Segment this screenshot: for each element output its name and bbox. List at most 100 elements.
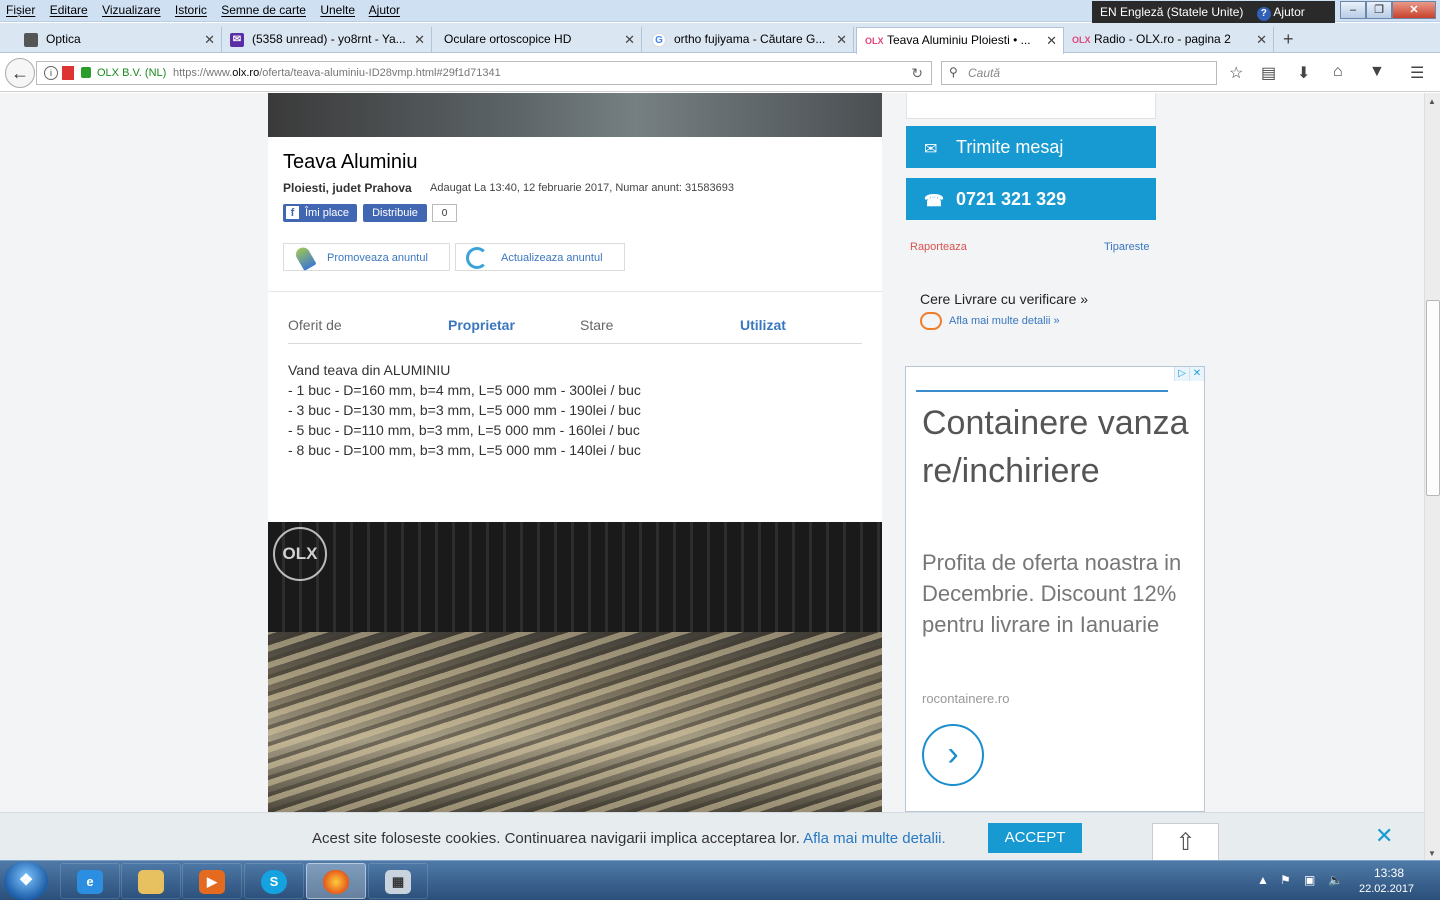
tab-radio-olx[interactable]: OLX Radio - OLX.ro - pagina 2 ✕	[1064, 27, 1274, 53]
search-input[interactable]: ⚲ Caută	[941, 61, 1217, 85]
scroll-thumb[interactable]	[1426, 300, 1440, 496]
menu-file[interactable]: Fișier	[6, 3, 35, 17]
cookie-close-icon[interactable]: ✕	[1375, 823, 1393, 849]
cookie-message: Acest site foloseste cookies. Continuare…	[312, 830, 800, 847]
taskbar-explorer[interactable]	[121, 863, 181, 899]
taskbar-media-player[interactable]: ▶	[182, 863, 242, 899]
url-domain: olx.ro	[232, 67, 260, 79]
tab-teava-aluminiu[interactable]: OLX Teava Aluminiu Ploiesti • ... ✕	[856, 27, 1064, 54]
windows-start-icon[interactable]: ❖	[4, 862, 48, 900]
report-link[interactable]: Raporteaza	[910, 241, 967, 253]
pocket-icon[interactable]: ▼	[1369, 63, 1385, 81]
tab-label: Radio - OLX.ro - pagina 2	[1094, 32, 1231, 46]
print-link[interactable]: Tipareste	[1104, 241, 1149, 253]
ad-rule	[916, 390, 1168, 392]
flag-icon[interactable]: ⚑	[1280, 873, 1291, 887]
tab-google[interactable]: G ortho fujiyama - Căutare G... ✕	[644, 27, 854, 53]
yahoo-mail-icon: ✉	[230, 33, 244, 47]
language-bar[interactable]: EN Engleză (Statele Unite) ? Ajutor	[1092, 1, 1335, 25]
download-icon[interactable]: ⬇	[1297, 63, 1310, 83]
close-tab-icon[interactable]: ✕	[414, 32, 425, 48]
close-window-button[interactable]: ✕	[1392, 1, 1436, 19]
condition-value[interactable]: Utilizat	[740, 317, 786, 333]
ad-photo-main[interactable]: OLX	[268, 522, 882, 812]
maximize-button[interactable]: ❐	[1366, 1, 1392, 19]
ad-close-icon[interactable]: ✕	[1189, 367, 1204, 381]
close-tab-icon[interactable]: ✕	[1046, 33, 1057, 49]
ad-headline[interactable]: Containere vanzare/inchiriere	[922, 399, 1192, 495]
phone-icon: ☎	[924, 193, 944, 210]
cookie-accept-button[interactable]: ACCEPT	[988, 823, 1082, 853]
taskbar-skype[interactable]: S	[244, 863, 304, 899]
url-bar[interactable]: i OLX B.V. (NL) https://www.olx.ro/ofert…	[36, 61, 932, 85]
offered-by-label: Oferit de	[288, 317, 342, 333]
clock-time[interactable]: 13:38	[1374, 866, 1404, 880]
ad-choices-icon[interactable]: ▷	[1174, 367, 1189, 381]
lock-icon	[81, 67, 91, 78]
blocked-content-icon[interactable]	[62, 66, 74, 80]
menu-help[interactable]: Ajutor	[369, 3, 400, 17]
chevron-right-icon[interactable]: ›	[922, 724, 984, 786]
promote-ad-button[interactable]: Promoveaza anuntul	[283, 243, 450, 272]
system-tray: ▲ ⚑ ▣ 🔈 13:38 22.02.2017	[1252, 861, 1440, 901]
tab-oculare[interactable]: Oculare ortoscopice HD ✕	[432, 27, 642, 53]
advertisement-banner[interactable]: ▷ ✕ Containere vanzare/inchiriere Profit…	[905, 366, 1205, 812]
new-tab-plus-icon[interactable]: +	[1283, 29, 1294, 50]
facebook-share-button[interactable]: Distribuie	[363, 204, 427, 222]
minimize-button[interactable]: –	[1340, 1, 1366, 19]
menu-history[interactable]: Istoric	[175, 3, 207, 17]
rocket-icon	[293, 244, 317, 272]
cookie-text: Acest site foloseste cookies. Continuare…	[312, 830, 946, 847]
taskbar: ❖ e ▶ S ▦ ▲ ⚑ ▣ 🔈 13:38 22.02.2017	[0, 860, 1440, 900]
site-identity[interactable]: OLX B.V. (NL)	[97, 67, 166, 79]
reading-list-icon[interactable]: ▤	[1261, 63, 1276, 83]
menu-view[interactable]: Vizualizare	[102, 3, 160, 17]
close-tab-icon[interactable]: ✕	[204, 32, 215, 48]
info-icon[interactable]: i	[44, 66, 58, 80]
image-tab-icon	[24, 33, 38, 47]
close-tab-icon[interactable]: ✕	[836, 32, 847, 48]
tray-expand-icon[interactable]: ▲	[1257, 873, 1269, 887]
url-path: /oferta/teava-aluminiu-ID28vmp.html#29f1…	[259, 67, 501, 79]
phone-number: 0721 321 329	[956, 189, 1067, 209]
phone-button[interactable]: ☎ 0721 321 329	[906, 178, 1156, 220]
back-arrow-icon[interactable]: ←	[5, 58, 35, 88]
scroll-down-icon[interactable]: ▼	[1428, 849, 1436, 858]
home-icon[interactable]: ⌂	[1333, 63, 1343, 81]
taskbar-firefox[interactable]	[306, 863, 366, 899]
description-line: - 1 buc - D=160 mm, b=4 mm, L=5 000 mm -…	[288, 382, 641, 398]
cookie-info-link[interactable]: Afla mai multe detalii.	[803, 830, 946, 847]
olx-icon: OLX	[1072, 35, 1091, 45]
menu-bookmarks[interactable]: Semne de carte	[221, 3, 306, 17]
tab-yahoo-mail[interactable]: ✉ (5358 unread) - yo8rnt - Ya... ✕	[222, 27, 432, 53]
bookmark-star-icon[interactable]: ☆	[1229, 63, 1243, 83]
tab-optica[interactable]: Optica ✕	[16, 27, 222, 53]
clock-date[interactable]: 22.02.2017	[1359, 883, 1414, 895]
olx-icon: OLX	[865, 36, 884, 46]
taskbar-internet-explorer[interactable]: e	[60, 863, 120, 899]
condition-label: Stare	[580, 317, 614, 333]
scroll-up-icon[interactable]: ▲	[1428, 97, 1436, 106]
offered-by-value[interactable]: Proprietar	[448, 317, 515, 333]
navigation-bar: ← i OLX B.V. (NL) https://www.olx.ro/ofe…	[0, 54, 1440, 92]
delivery-details-link[interactable]: Afla mai multe detalii »	[920, 312, 1060, 330]
facebook-like-button[interactable]: f Îmi place	[283, 204, 357, 222]
close-tab-icon[interactable]: ✕	[1256, 32, 1267, 48]
network-icon[interactable]: ▣	[1304, 873, 1315, 887]
url-text[interactable]: https://www.olx.ro/oferta/teava-aluminiu…	[173, 67, 501, 79]
scroll-to-top-icon[interactable]: ⇧	[1152, 823, 1219, 861]
firefox-icon	[323, 870, 349, 894]
ad-photo-top[interactable]	[268, 93, 882, 137]
menu-edit[interactable]: Editare	[50, 3, 88, 17]
update-ad-button[interactable]: Actualizeaza anuntul	[455, 243, 625, 271]
send-message-button[interactable]: ✉ Trimite mesaj	[906, 126, 1156, 168]
scrollbar[interactable]: ▲ ▼	[1424, 93, 1440, 860]
ad-choices[interactable]: ▷ ✕	[1174, 367, 1204, 381]
menu-tools[interactable]: Unelte	[320, 3, 355, 17]
hamburger-menu-icon[interactable]: ☰	[1410, 63, 1424, 83]
close-tab-icon[interactable]: ✕	[624, 32, 635, 48]
delivery-title[interactable]: Cere Livrare cu verificare »	[920, 291, 1088, 307]
volume-icon[interactable]: 🔈	[1328, 873, 1343, 887]
taskbar-calculator[interactable]: ▦	[368, 863, 428, 899]
reload-icon[interactable]: ↻	[911, 65, 923, 82]
